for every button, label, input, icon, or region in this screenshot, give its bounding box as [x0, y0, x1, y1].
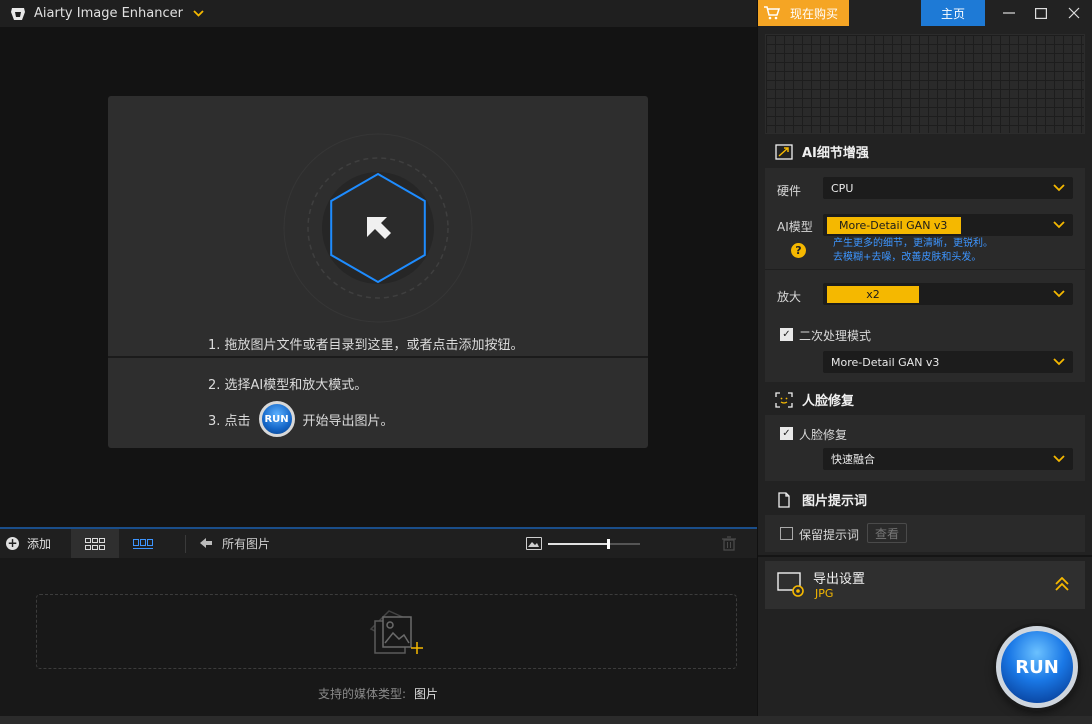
prompt-header: 图片提示词	[775, 490, 867, 509]
help-icon[interactable]: ?	[791, 243, 806, 258]
prompt-section: 保留提示词 查看	[765, 515, 1085, 552]
settings-panel: 现在购买 主页 AI细节增强 硬件 CPU AI模型 More-Detail G…	[757, 0, 1092, 716]
chevron-double-up-icon[interactable]	[1055, 577, 1069, 591]
face-scan-icon	[775, 391, 793, 408]
add-image-icon[interactable]	[359, 603, 429, 663]
grid-icon	[85, 537, 106, 550]
view-prompt-button[interactable]: 查看	[867, 523, 907, 543]
instruction-step-1: 1. 拖放图片文件或者目录到这里，或者点击添加按钮。	[208, 338, 524, 353]
supported-value: 图片	[414, 687, 439, 701]
zoom-slider[interactable]	[548, 539, 640, 549]
home-button[interactable]: 主页	[921, 0, 985, 26]
add-file-hexagon-icon[interactable]	[283, 133, 473, 323]
strip-view-button[interactable]	[119, 529, 167, 558]
model-desc-line1: 产生更多的细节，更清晰，更锐利。	[833, 238, 993, 249]
add-label: 添加	[27, 537, 52, 551]
face-header: 人脸修复	[775, 390, 854, 409]
chevron-down-icon[interactable]	[193, 7, 204, 20]
toolbar-divider	[185, 534, 187, 553]
model-description: 产生更多的细节，更清晰，更锐利。 去模糊+去噪，改善皮肤和头发。	[833, 237, 993, 265]
run-mini-icon: RUN	[258, 401, 295, 437]
filmstrip-icon	[133, 538, 154, 549]
document-icon	[778, 491, 790, 508]
keep-prompt-checkbox[interactable]	[780, 527, 793, 540]
second-pass-label: 二次处理模式	[799, 329, 872, 343]
zoom-slider-fill	[548, 543, 608, 545]
prompt-title: 图片提示词	[802, 494, 868, 509]
buy-now-button[interactable]: 现在购买	[758, 0, 849, 26]
plus-circle-icon: +	[6, 536, 19, 550]
trash-icon[interactable]	[722, 536, 736, 554]
chevron-down-icon	[1053, 455, 1065, 463]
ai-detail-title: AI细节增强	[802, 146, 869, 161]
instruction-step-2: 2. 选择AI模型和放大模式。	[208, 378, 368, 393]
thumbnail-drop-zone[interactable]	[36, 594, 737, 669]
scale-select[interactable]: x2	[823, 283, 1073, 305]
app-title: Aiarty Image Enhancer	[34, 6, 183, 21]
panel-divider	[758, 555, 1092, 557]
model-value: More-Detail GAN v3	[827, 216, 961, 234]
model-select[interactable]: More-Detail GAN v3	[823, 214, 1073, 236]
drop-card[interactable]: 1. 拖放图片文件或者目录到这里，或者点击添加按钮。 2. 选择AI模型和放大模…	[108, 96, 648, 448]
model-label: AI模型	[777, 220, 813, 234]
hardware-label: 硬件	[777, 184, 802, 198]
all-images-nav[interactable]: 所有图片	[200, 535, 270, 552]
model-desc-line2: 去模糊+去噪，改善皮肤和头发。	[833, 252, 982, 263]
second-pass-value: More-Detail GAN v3	[831, 355, 940, 369]
app-window: Aiarty Image Enhancer 1. 拖放图片文件或者目录到这里，或…	[0, 0, 1092, 724]
run-button[interactable]: RUN	[996, 626, 1078, 708]
face-mode-value: 快速融合	[831, 453, 875, 466]
zoom-slider-thumb[interactable]	[606, 539, 610, 549]
scale-label: 放大	[777, 290, 802, 304]
cart-icon	[764, 6, 780, 20]
add-button[interactable]: + 添加	[0, 529, 61, 558]
all-images-label: 所有图片	[222, 537, 271, 551]
face-checkbox-label: 人脸修复	[799, 428, 848, 442]
chevron-down-icon	[1053, 358, 1065, 366]
app-logo-icon	[11, 7, 25, 20]
status-bar	[0, 716, 1092, 724]
face-title: 人脸修复	[802, 394, 855, 409]
thumbnail-area[interactable]: 支持的媒体类型: 图片	[0, 558, 757, 716]
maximize-icon[interactable]	[1025, 0, 1057, 26]
image-size-icon	[526, 537, 542, 550]
preview-thumbnail	[765, 34, 1085, 134]
second-pass-checkbox[interactable]: ✓	[780, 328, 793, 341]
instruction-step-3: 3. 点击 RUN 开始导出图片。	[208, 401, 394, 437]
face-mode-select[interactable]: 快速融合	[823, 448, 1073, 470]
step3-prefix: 3. 点击	[208, 413, 251, 429]
main-drop-area[interactable]: 1. 拖放图片文件或者目录到这里，或者点击添加按钮。 2. 选择AI模型和放大模…	[0, 27, 757, 527]
face-checkbox[interactable]: ✓	[780, 427, 793, 440]
hardware-select[interactable]: CPU	[823, 177, 1073, 199]
second-pass-select[interactable]: More-Detail GAN v3	[823, 351, 1073, 373]
ai-detail-section: 硬件 CPU AI模型 More-Detail GAN v3 ? 产生更多的细节…	[765, 168, 1085, 382]
enhance-icon	[775, 143, 793, 160]
chevron-down-icon	[1053, 184, 1065, 192]
section-divider	[765, 269, 1085, 270]
supported-media-text: 支持的媒体类型: 图片	[318, 685, 438, 702]
bottom-toolbar: + 添加 所有图片	[0, 527, 757, 558]
step3-suffix: 开始导出图片。	[302, 413, 394, 429]
export-title: 导出设置	[813, 572, 866, 587]
export-format: JPG	[815, 587, 834, 600]
buy-now-label: 现在购买	[790, 6, 839, 21]
close-icon[interactable]	[1058, 0, 1090, 26]
export-settings-icon	[777, 572, 804, 597]
keep-prompt-label: 保留提示词	[799, 528, 860, 542]
hardware-value: CPU	[831, 181, 854, 195]
chevron-down-icon	[1053, 290, 1065, 298]
scale-value: x2	[827, 285, 919, 303]
back-arrow-icon	[200, 537, 213, 551]
title-bar: Aiarty Image Enhancer	[0, 0, 757, 27]
face-section: ✓ 人脸修复 快速融合	[765, 415, 1085, 481]
ai-detail-header: AI细节增强	[775, 142, 869, 161]
chevron-down-icon	[1053, 221, 1065, 229]
supported-label: 支持的媒体类型:	[318, 687, 407, 701]
minimize-icon[interactable]	[993, 0, 1025, 26]
card-divider	[108, 356, 648, 358]
export-settings[interactable]: 导出设置 JPG	[765, 561, 1085, 609]
grid-view-button[interactable]	[71, 529, 120, 558]
